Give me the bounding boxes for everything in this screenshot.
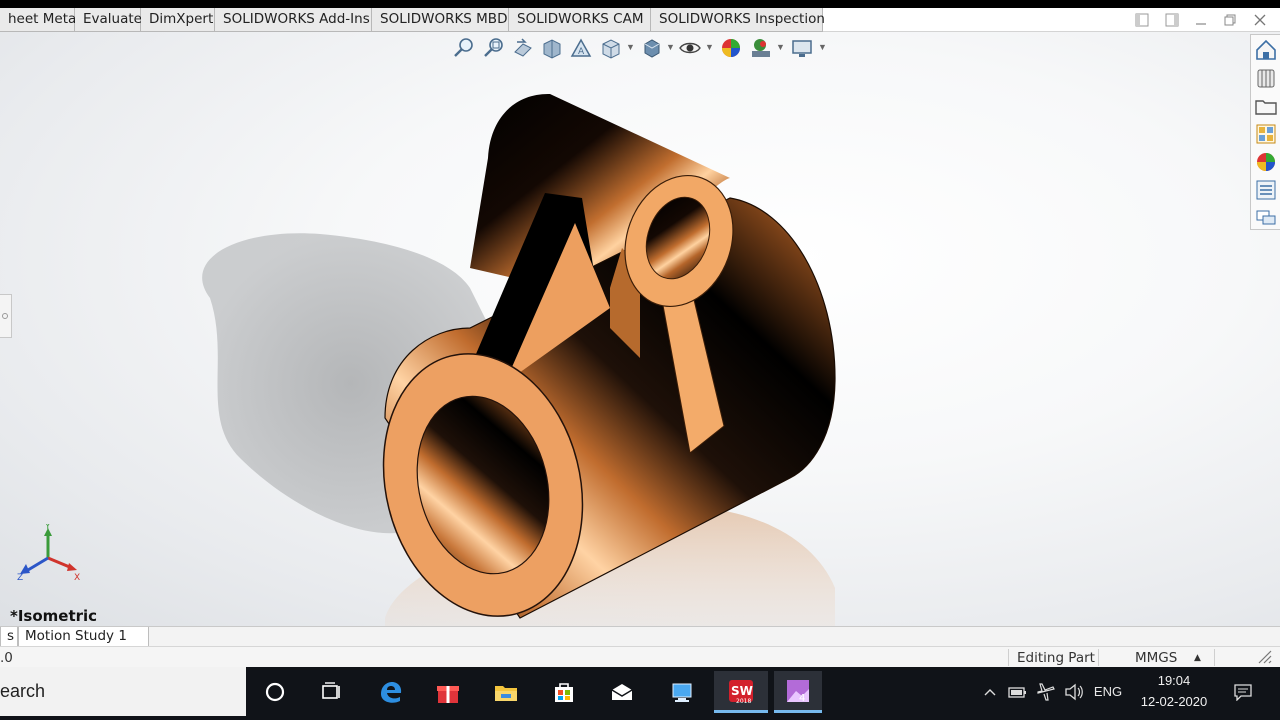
tab-model[interactable]: s	[0, 627, 18, 647]
tab-solidworks-inspection[interactable]: SOLIDWORKS Inspection	[651, 8, 825, 32]
triad-y-label: Y	[44, 524, 51, 532]
cortana-icon[interactable]	[252, 671, 298, 713]
tab-solidworks-cam[interactable]: SOLIDWORKS CAM	[509, 8, 651, 32]
previous-view-icon[interactable]	[511, 36, 535, 60]
close-icon[interactable]	[1250, 10, 1270, 30]
bottom-tab-bar: s Motion Study 1	[0, 626, 1280, 647]
solidworks-version-badge: 2018	[736, 698, 752, 705]
3d-part-model[interactable]	[170, 58, 870, 626]
solidworks-resources-icon[interactable]	[1254, 38, 1278, 62]
view-orientation-icon[interactable]	[599, 36, 623, 60]
mail-icon[interactable]	[599, 671, 645, 713]
status-editing-mode: Editing Part	[1017, 650, 1095, 666]
restore-icon[interactable]	[1220, 10, 1240, 30]
taskbar-search-box[interactable]: earch	[0, 667, 246, 716]
edge-browser-icon[interactable]	[368, 671, 414, 713]
svg-text:SW: SW	[731, 684, 753, 698]
section-view-icon[interactable]	[540, 36, 564, 60]
hide-show-items-icon[interactable]	[678, 36, 702, 60]
file-explorer-icon[interactable]	[1254, 94, 1278, 118]
appearances-icon[interactable]	[1254, 150, 1278, 174]
display-style-icon[interactable]	[640, 36, 664, 60]
windows-taskbar: earch SW 2018 4 ENG 19:04 12-02-2020	[0, 667, 1280, 720]
tab-motion-study-1[interactable]: Motion Study 1	[18, 627, 149, 647]
edit-appearance-icon[interactable]	[719, 36, 743, 60]
tile-right-icon[interactable]	[1162, 10, 1182, 30]
command-manager-tabs: heet Metal Evaluate DimXpert SOLIDWORKS …	[0, 8, 1280, 32]
view-settings-icon[interactable]	[790, 36, 814, 60]
dynamic-annotation-icon[interactable]: A	[569, 36, 593, 60]
custom-properties-icon[interactable]	[1254, 178, 1278, 202]
view-orientation-label: *Isometric	[10, 607, 98, 625]
photo-app-icon[interactable]: 4	[774, 671, 822, 713]
flyout-grip-icon	[2, 313, 8, 319]
gift-app-icon[interactable]	[425, 671, 471, 713]
top-border	[0, 0, 1280, 8]
resize-grip-icon[interactable]	[1254, 648, 1274, 669]
clock-date: 12-02-2020	[1140, 694, 1208, 709]
apply-scene-icon[interactable]	[749, 36, 773, 60]
zoom-to-fit-icon[interactable]	[452, 36, 476, 60]
clock-time: 19:04	[1157, 673, 1191, 688]
triad-z-label: Z	[17, 573, 23, 583]
tile-left-icon[interactable]	[1132, 10, 1152, 30]
design-library-icon[interactable]	[1254, 66, 1278, 90]
zoom-to-area-icon[interactable]	[482, 36, 506, 60]
file-explorer-taskbar-icon[interactable]	[483, 671, 529, 713]
battery-icon[interactable]	[1006, 667, 1030, 716]
show-hidden-icons[interactable]	[980, 667, 1000, 716]
svg-text:4: 4	[799, 693, 805, 704]
forum-icon[interactable]	[1254, 206, 1278, 230]
status-version: .0	[0, 650, 13, 666]
input-language-indicator[interactable]: ENG	[1090, 667, 1126, 716]
reference-triad: Y X Z	[17, 524, 80, 583]
view-palette-icon[interactable]	[1254, 122, 1278, 146]
minimize-icon[interactable]	[1191, 10, 1211, 30]
tab-solidworks-add-ins[interactable]: SOLIDWORKS Add-Ins	[215, 8, 372, 32]
action-center-icon[interactable]	[1230, 667, 1256, 716]
units-caret-icon[interactable]: ▲	[1194, 653, 1201, 663]
tab-solidworks-mbd[interactable]: SOLIDWORKS MBD	[372, 8, 509, 32]
task-pane	[1250, 34, 1280, 230]
svg-text:A: A	[578, 47, 585, 57]
feature-tree-flyout-tab[interactable]	[0, 294, 12, 338]
microsoft-store-icon[interactable]	[541, 671, 587, 713]
graphics-area[interactable]: A ▼ ▼ ▼ ▼ ▼ Y X Z *Isometric	[0, 32, 1280, 626]
units-selector[interactable]: MMGS	[1135, 650, 1177, 666]
volume-icon[interactable]	[1062, 667, 1086, 716]
taskbar-clock[interactable]: 19:04 12-02-2020	[1128, 670, 1220, 712]
airplane-mode-icon[interactable]	[1034, 667, 1058, 716]
remote-desktop-icon[interactable]	[659, 671, 705, 713]
tab-dimxpert[interactable]: DimXpert	[141, 8, 215, 32]
status-bar: .0 Editing Part MMGS ▲	[0, 646, 1280, 667]
task-view-icon[interactable]	[308, 671, 354, 713]
tab-sheet-metal[interactable]: heet Metal	[0, 8, 80, 32]
solidworks-window: heet Metal Evaluate DimXpert SOLIDWORKS …	[0, 0, 1280, 720]
tab-evaluate[interactable]: Evaluate	[75, 8, 142, 32]
triad-x-label: X	[74, 573, 80, 583]
solidworks-taskbar-button[interactable]: SW 2018	[714, 671, 768, 713]
